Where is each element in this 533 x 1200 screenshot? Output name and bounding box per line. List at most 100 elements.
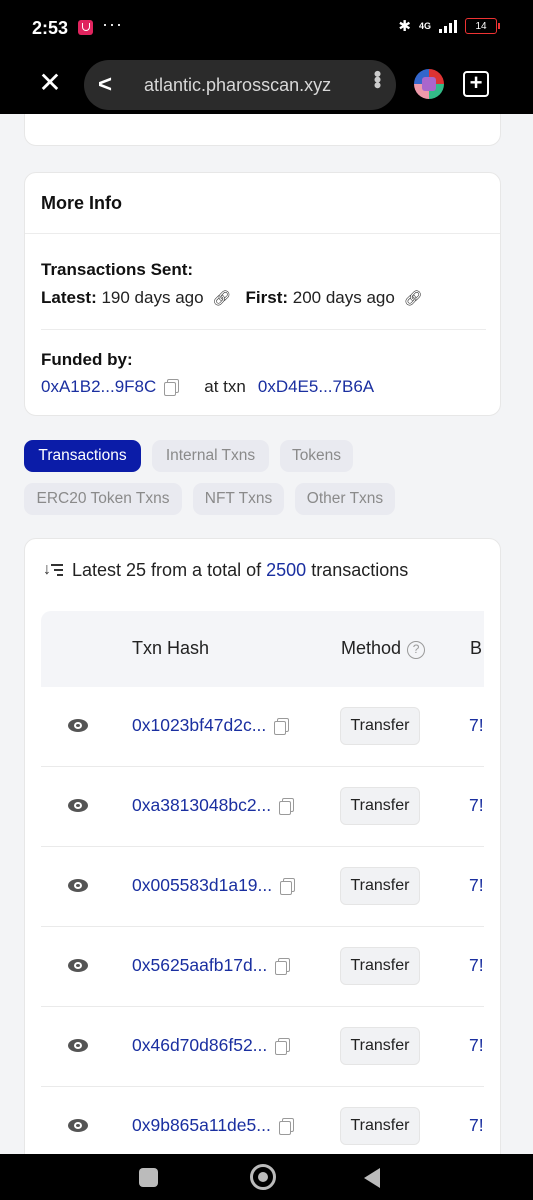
txn-hash-link[interactable]: 0x1023bf47d2c... xyxy=(132,715,266,736)
url-text[interactable]: atlantic.pharosscan.xyz xyxy=(144,75,331,96)
eye-icon[interactable] xyxy=(68,1119,88,1132)
status-indicators: ✱ 4G 14 xyxy=(398,17,500,35)
eye-icon[interactable] xyxy=(68,1039,88,1052)
first-label: First: xyxy=(245,288,289,307)
table-header: Txn Hash Method? B xyxy=(41,611,484,687)
method-badge: Transfer xyxy=(340,1107,420,1145)
transactions-card: ↓ Latest 25 from a total of 2500 transac… xyxy=(24,538,501,1154)
txn-hash-link[interactable]: 0x46d70d86f52... xyxy=(132,1035,267,1056)
block-link[interactable]: 7! xyxy=(469,875,484,896)
battery-level: 14 xyxy=(475,20,487,32)
method-badge: Transfer xyxy=(340,787,420,825)
txn-hash-cell: 0x005583d1a19... xyxy=(132,875,296,896)
eye-icon[interactable] xyxy=(68,959,88,972)
copy-icon[interactable] xyxy=(280,877,296,895)
txn-hash-link[interactable]: 0xa3813048bc2... xyxy=(132,795,271,816)
table-row: 0x1023bf47d2c... Transfer 7! xyxy=(41,687,484,767)
close-tab-button[interactable]: ✕ xyxy=(36,69,64,97)
copy-icon[interactable] xyxy=(275,1037,291,1055)
eye-icon[interactable] xyxy=(68,719,88,732)
funded-by-address-link[interactable]: 0xA1B2...9F8C xyxy=(41,377,156,397)
status-bar: 2:53 ··· ✱ 4G 14 xyxy=(0,0,533,56)
transactions-table[interactable]: Txn Hash Method? B 0x1023bf47d2c... Tran… xyxy=(41,611,484,1154)
help-icon[interactable]: ? xyxy=(407,641,426,659)
tab-erc20-token-txns[interactable]: ERC20 Token Txns xyxy=(24,483,182,515)
more-info-card: More Info Transactions Sent: Latest: 190… xyxy=(24,172,501,416)
column-block: B xyxy=(470,638,483,658)
eye-icon[interactable] xyxy=(68,799,88,812)
txn-hash-cell: 0x9b865a11de5... xyxy=(132,1115,294,1136)
txn-hash-cell: 0xa3813048bc2... xyxy=(132,795,295,816)
at-txn-label: at txn xyxy=(204,377,246,396)
table-row: 0x46d70d86f52... Transfer 7! xyxy=(41,1007,484,1087)
copy-icon[interactable] xyxy=(279,797,295,815)
summary-suffix: transactions xyxy=(311,560,409,580)
brave-icon xyxy=(78,20,93,35)
new-tab-button[interactable]: + xyxy=(463,71,489,97)
latest-value: 190 days ago xyxy=(101,288,204,307)
network-type: 4G xyxy=(418,20,431,31)
block-link[interactable]: 7! xyxy=(469,1035,484,1056)
address-bar[interactable]: < atlantic.pharosscan.xyz ••• xyxy=(84,60,396,110)
summary-prefix: Latest 25 from a total of xyxy=(72,560,262,580)
txn-hash-cell: 0x1023bf47d2c... xyxy=(132,715,290,736)
more-info-title: More Info xyxy=(41,193,122,213)
page-content: More Info Transactions Sent: Latest: 190… xyxy=(0,114,533,1154)
txn-hash-cell: 0x46d70d86f52... xyxy=(132,1035,291,1056)
copy-icon[interactable] xyxy=(274,717,290,735)
bluetooth-icon: ✱ xyxy=(398,18,411,35)
txn-hash-link[interactable]: 0x9b865a11de5... xyxy=(132,1115,271,1136)
eye-icon[interactable] xyxy=(68,879,88,892)
method-badge: Transfer xyxy=(340,1027,420,1065)
block-link[interactable]: 7! xyxy=(469,715,484,736)
block-link[interactable]: 7! xyxy=(469,1115,484,1136)
column-txn-hash: Txn Hash xyxy=(132,638,210,658)
browser-toolbar: ✕ < atlantic.pharosscan.xyz ••• + xyxy=(0,56,533,114)
txn-hash-link[interactable]: 0x005583d1a19... xyxy=(132,875,272,896)
tab-tokens[interactable]: Tokens xyxy=(280,440,353,472)
profile-avatar[interactable] xyxy=(414,69,444,99)
more-vert-icon[interactable]: ••• xyxy=(365,70,390,87)
total-transactions-link[interactable]: 2500 xyxy=(266,560,306,580)
copy-icon[interactable] xyxy=(278,1117,294,1135)
table-row: 0x005583d1a19... Transfer 7! xyxy=(41,847,484,927)
method-badge: Transfer xyxy=(340,947,420,985)
method-badge: Transfer xyxy=(340,867,420,905)
status-time: 2:53 xyxy=(32,18,69,38)
copy-icon[interactable] xyxy=(164,379,180,396)
home-icon[interactable] xyxy=(250,1164,276,1190)
link-icon[interactable]: 🔗︎ xyxy=(404,290,423,307)
block-link[interactable]: 7! xyxy=(469,795,484,816)
txn-hash-link[interactable]: 0x5625aafb17d... xyxy=(132,955,267,976)
tab-transactions[interactable]: Transactions xyxy=(24,440,141,472)
divider xyxy=(25,233,500,234)
funded-by-label: Funded by: xyxy=(41,350,133,369)
tab-nft-txns[interactable]: NFT Txns xyxy=(193,483,284,515)
column-method-label: Method xyxy=(341,638,402,658)
funded-txn-link[interactable]: 0xD4E5...7B6A xyxy=(258,377,374,397)
table-row: 0xa3813048bc2... Transfer 7! xyxy=(41,767,484,847)
transactions-summary: Latest 25 from a total of 2500 transacti… xyxy=(72,560,408,581)
column-method: Method? xyxy=(341,638,426,659)
method-badge: Transfer xyxy=(340,707,420,745)
funded-by-row: 0xA1B2...9F8C at txn 0xD4E5...7B6A xyxy=(41,377,374,397)
sort-icon[interactable]: ↓ xyxy=(41,561,63,581)
previous-card xyxy=(24,114,501,146)
link-icon[interactable]: 🔗︎ xyxy=(212,290,231,307)
battery-icon: 14 xyxy=(465,18,500,34)
back-icon[interactable] xyxy=(364,1168,380,1188)
block-link[interactable]: 7! xyxy=(469,955,484,976)
more-notifications-icon: ··· xyxy=(102,14,123,34)
txn-hash-cell: 0x5625aafb17d... xyxy=(132,955,291,976)
copy-icon[interactable] xyxy=(275,957,291,975)
first-value: 200 days ago xyxy=(292,288,395,307)
recents-icon[interactable] xyxy=(139,1168,158,1187)
signal-icon xyxy=(439,19,457,33)
back-chevron-icon[interactable]: < xyxy=(98,71,112,99)
transactions-sent-values: Latest: 190 days ago 🔗︎ First: 200 days … xyxy=(41,288,423,308)
tab-internal-txns[interactable]: Internal Txns xyxy=(152,440,269,472)
latest-label: Latest: xyxy=(41,288,97,307)
system-nav-bar xyxy=(0,1154,533,1200)
tab-other-txns[interactable]: Other Txns xyxy=(295,483,395,515)
divider xyxy=(41,329,486,330)
